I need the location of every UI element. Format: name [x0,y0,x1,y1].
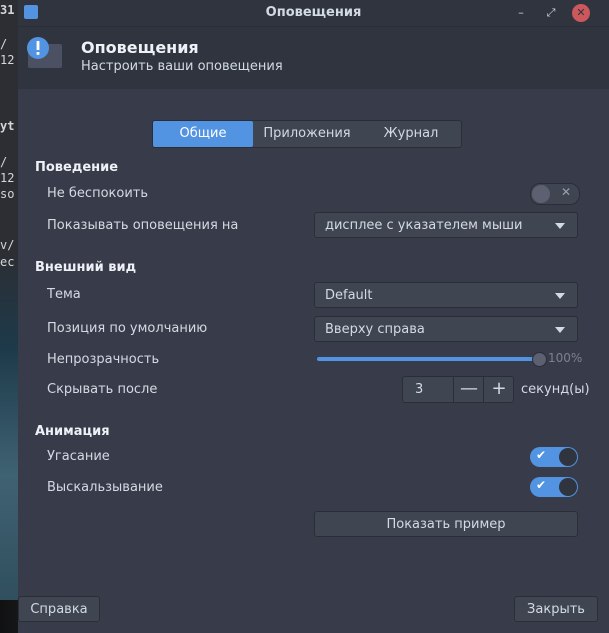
opacity-label: Непрозрачность [47,352,160,367]
theme-dropdown[interactable]: Default [314,282,578,308]
position-value: Вверху справа [325,322,425,337]
hide-after-unit: секунд(ы) [521,382,590,397]
opacity-slider-track[interactable] [317,357,539,361]
plus-icon[interactable]: + [483,377,514,402]
header-subtitle: Настроить ваши оповещения [81,59,283,74]
close-icon[interactable]: ✕ [572,4,590,22]
opacity-value: 100% [548,351,583,365]
section-animation: Анимация [35,424,110,439]
show-preview-button[interactable]: Показать пример [314,511,578,537]
dialog-header: Оповещения Настроить ваши оповещения [18,27,609,89]
dialog-footer: Справка Закрыть [18,590,609,633]
background-text: / [0,37,8,51]
hide-after-input[interactable]: 3 [415,382,423,397]
tab-bar: Общие Приложения Журнал [152,120,462,148]
position-label: Позиция по умолчанию [47,321,208,336]
minus-icon[interactable]: — [453,377,484,402]
slide-label: Выскальзывание [47,480,163,495]
opacity-slider-handle[interactable] [532,352,547,367]
check-icon: ✔ [536,448,547,462]
theme-label: Тема [47,287,81,302]
notifications-window: Оповещения – ⤢ ✕ Оповещения Настроить ва… [18,0,609,633]
switch-knob [559,478,577,496]
slide-switch[interactable]: ✔ [530,477,578,497]
hide-after-spinner: 3 — + [402,376,514,403]
position-dropdown[interactable]: Вверху справа [314,316,578,342]
background-text: so [0,187,15,201]
section-appearance: Внешний вид [35,260,137,275]
hide-after-label: Скрывать после [47,382,158,397]
minimize-icon[interactable]: – [512,4,530,22]
background-text: / [0,155,8,169]
dnd-switch[interactable]: ✕ [530,183,580,205]
chevron-down-icon [555,327,565,333]
notification-icon [27,37,62,68]
dnd-label: Не беспокоить [47,186,149,201]
background-text: 31 [0,3,15,17]
show-on-dropdown[interactable]: дисплее с указателем мыши [314,212,578,238]
header-title: Оповещения [81,38,199,57]
theme-value: Default [325,288,373,303]
tab-general[interactable]: Общие [153,121,253,147]
help-button[interactable]: Справка [18,596,100,622]
background-text: ec [0,255,15,269]
switch-knob [532,185,550,203]
chevron-down-icon [555,223,565,229]
fade-label: Угасание [47,449,110,464]
check-icon: ✔ [536,478,547,492]
fade-switch[interactable]: ✔ [530,447,578,467]
background-text: 12 [0,171,15,185]
tab-log[interactable]: Журнал [361,121,461,147]
desktop-background [0,0,18,633]
section-behavior: Поведение [35,160,119,175]
show-on-value: дисплее с указателем мыши [325,218,523,233]
show-on-label: Показывать оповещения на [47,218,239,233]
background-text: v/ [0,238,15,252]
close-button[interactable]: Закрыть [514,596,598,622]
chevron-down-icon [555,293,565,299]
title-bar[interactable]: Оповещения – ⤢ ✕ [18,0,609,27]
background-text: yt [0,119,15,133]
tab-applications[interactable]: Приложения [253,121,361,147]
off-icon: ✕ [560,185,571,199]
switch-knob [559,448,577,466]
background-text: 12 [0,53,15,67]
maximize-icon[interactable]: ⤢ [542,4,560,22]
